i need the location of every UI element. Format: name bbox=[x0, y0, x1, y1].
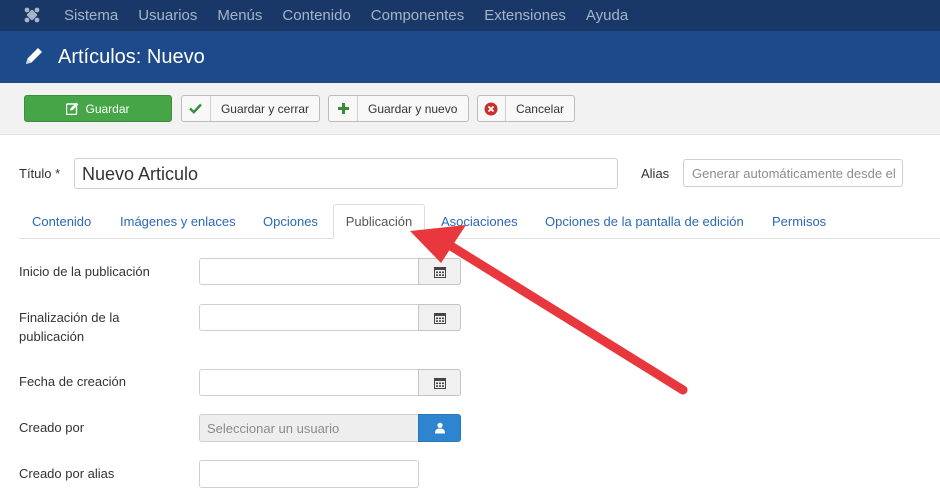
menu-item-sistema[interactable]: Sistema bbox=[64, 0, 118, 31]
publish-up-calendar-button[interactable] bbox=[418, 258, 461, 285]
menu-item-contenido[interactable]: Contenido bbox=[282, 0, 350, 31]
save-new-button[interactable]: Guardar y nuevo bbox=[328, 95, 469, 122]
pencil-icon bbox=[26, 48, 42, 64]
publish-down-label-line1: Finalización de la bbox=[19, 310, 120, 325]
calendar-icon bbox=[433, 377, 446, 389]
save-label: Guardar bbox=[85, 101, 130, 116]
toolbar: Guardar Guardar y cerrar Guardar y nuevo… bbox=[0, 83, 940, 135]
save-button[interactable]: Guardar bbox=[24, 95, 172, 122]
alias-input[interactable]: Generar automáticamente desde el bbox=[683, 159, 903, 187]
tab-opciones[interactable]: Opciones bbox=[263, 214, 318, 229]
tabs-divider bbox=[19, 238, 940, 239]
menu-item-menus[interactable]: Menús bbox=[217, 0, 262, 31]
joomla-logo-icon[interactable] bbox=[22, 5, 42, 25]
calendar-icon bbox=[433, 312, 446, 324]
page-title: Artículos: Nuevo bbox=[58, 46, 205, 68]
menu-item-usuarios[interactable]: Usuarios bbox=[138, 0, 197, 31]
tab-opciones-pantalla-edicion[interactable]: Opciones de la pantalla de edición bbox=[545, 214, 744, 229]
page-header: Artículos: Nuevo bbox=[0, 31, 940, 83]
publish-down-label-line2: publicación bbox=[19, 329, 85, 344]
alias-label: Alias bbox=[641, 166, 670, 181]
created-date-label: Fecha de creación bbox=[19, 374, 126, 389]
plus-icon bbox=[329, 96, 358, 121]
menu-item-ayuda[interactable]: Ayuda bbox=[586, 0, 628, 31]
tab-publicacion[interactable]: Publicación bbox=[333, 204, 425, 239]
title-label: Título * bbox=[19, 166, 61, 181]
edit-icon bbox=[66, 96, 79, 121]
save-close-label: Guardar y cerrar bbox=[220, 101, 309, 116]
created-date-input[interactable] bbox=[199, 369, 419, 396]
calendar-icon bbox=[433, 266, 446, 278]
top-menu-bar: Sistema Usuarios Menús Contenido Compone… bbox=[0, 0, 940, 31]
created-by-input[interactable]: Seleccionar un usuario bbox=[199, 414, 419, 442]
created-date-calendar-button[interactable] bbox=[418, 369, 461, 396]
save-close-button[interactable]: Guardar y cerrar bbox=[181, 95, 320, 122]
cancel-label: Cancelar bbox=[515, 101, 564, 116]
menu-item-componentes[interactable]: Componentes bbox=[371, 0, 464, 31]
created-by-alias-label: Creado por alias bbox=[19, 466, 115, 481]
tab-asociaciones[interactable]: Asociaciones bbox=[441, 214, 518, 229]
publish-up-input[interactable] bbox=[199, 258, 419, 285]
created-by-alias-input[interactable] bbox=[199, 460, 419, 488]
publish-up-label: Inicio de la publicación bbox=[19, 264, 150, 279]
checkmark-icon bbox=[182, 96, 211, 121]
created-by-label: Creado por bbox=[19, 420, 85, 435]
top-menu: Sistema Usuarios Menús Contenido Compone… bbox=[64, 0, 648, 31]
save-new-label: Guardar y nuevo bbox=[368, 101, 458, 116]
title-input[interactable]: Nuevo Articulo bbox=[74, 158, 618, 189]
close-circle-icon bbox=[478, 96, 506, 121]
tab-permisos[interactable]: Permisos bbox=[772, 214, 826, 229]
tab-contenido[interactable]: Contenido bbox=[32, 214, 91, 229]
publish-down-input[interactable] bbox=[199, 304, 419, 331]
tab-imagenes-enlaces[interactable]: Imágenes y enlaces bbox=[120, 214, 236, 229]
select-user-button[interactable] bbox=[418, 414, 461, 442]
menu-item-extensiones[interactable]: Extensiones bbox=[484, 0, 566, 31]
publish-down-calendar-button[interactable] bbox=[418, 304, 461, 331]
cancel-button[interactable]: Cancelar bbox=[477, 95, 575, 122]
user-icon bbox=[434, 422, 445, 434]
